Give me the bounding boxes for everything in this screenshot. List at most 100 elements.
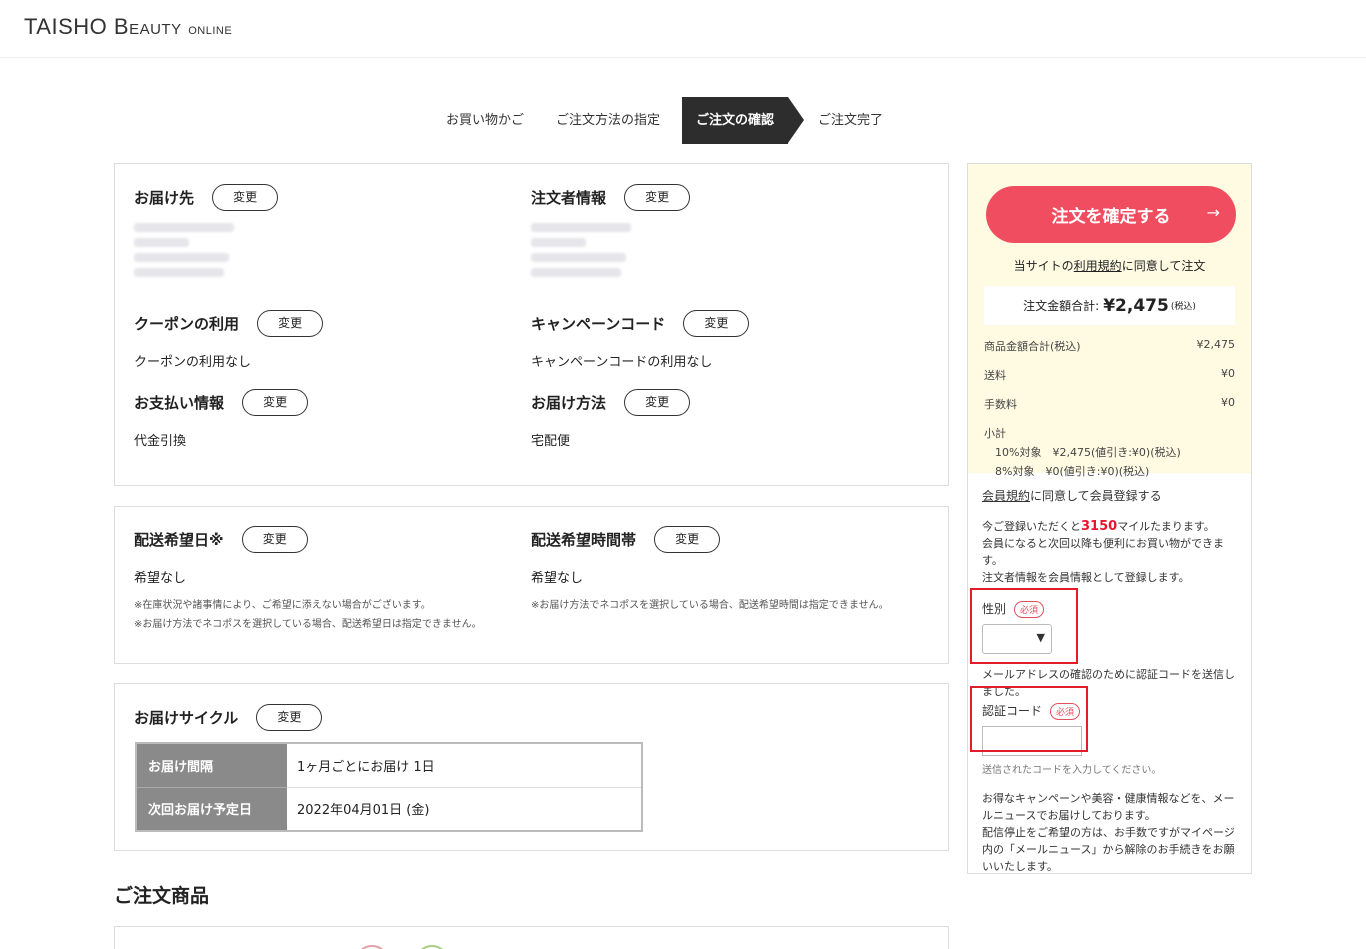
next-delivery-value: 2022年04月01日 (金) xyxy=(297,803,430,819)
breakdown-label: 商品金額合計(税込) xyxy=(984,340,1081,353)
terms-suffix: に同意して注文 xyxy=(1121,259,1206,273)
order-summary-sidebar: 注文を確定する → 当サイトの利用規約に同意して注文 注文金額合計: ¥2,47… xyxy=(967,163,1252,874)
order-total: 注文金額合計: ¥2,475 (税込) xyxy=(984,286,1235,325)
delivery-date-section: 配送希望日※ 変更 希望なし ※在庫状況や諸事情により、ご希望に添えない場合がご… xyxy=(134,526,482,634)
step-confirm: ご注文の確認 xyxy=(682,97,805,144)
logo-beauty: Beauty xyxy=(113,14,182,39)
delivery-cycle-title: お届けサイクル xyxy=(134,709,239,727)
newsletter-text-1: お得なキャンペーンや美容・健康情報などを、メールニュースでお届けしております。 xyxy=(982,792,1235,822)
member-benefit-text: 会員になると次回以降も便利にお買い物ができます。 xyxy=(982,537,1224,567)
orderer-title: 注文者情報 xyxy=(531,189,607,207)
delivery-cycle-change-button[interactable]: 変更 xyxy=(256,704,323,731)
register-info: 今ご登録いただくと3150マイルたまります。 会員になると次回以降も便利にお買い… xyxy=(982,518,1237,586)
delivery-time-value: 希望なし xyxy=(531,571,584,586)
campaign-section: キャンペーンコード 変更 キャンペーンコードの利用なし xyxy=(531,310,750,370)
delivery-address-blurred xyxy=(134,223,278,277)
breakdown-label: 送料 xyxy=(984,369,1006,382)
miles-suffix: マイルたまります。 xyxy=(1117,520,1215,533)
delivery-cycle-header: お届けサイクル 変更 xyxy=(134,704,323,731)
subtotal-block: 小計 10%対象 ¥2,475(値引き:¥0)(税込) 8%対象 ¥0(値引き:… xyxy=(984,425,1235,479)
payment-value: 代金引換 xyxy=(134,434,187,449)
checkout-steps: お買い物かご ご注文方法の指定 ご注文の確認 ご注文完了 xyxy=(430,97,899,144)
terms-prefix: 当サイトの xyxy=(1013,259,1074,273)
delivery-time-note-1: ※お届け方法でネコポスを選択している場合、配送希望時間は指定できません。 xyxy=(531,600,889,611)
orderer-info-blurred xyxy=(531,223,690,277)
coupon-value: クーポンの利用なし xyxy=(134,355,252,370)
orderer-change-button[interactable]: 変更 xyxy=(624,184,691,211)
delivery-change-button[interactable]: 変更 xyxy=(212,184,279,211)
newsletter-text-2: 配信停止をご希望の方は、お手数ですがマイページ内の「メールニュース」から解除のお… xyxy=(982,826,1235,873)
campaign-title: キャンペーンコード xyxy=(531,315,666,333)
delivery-date-title: 配送希望日※ xyxy=(134,531,224,549)
coupon-title: クーポンの利用 xyxy=(134,315,240,333)
delivery-time-title: 配送希望時間帯 xyxy=(531,531,637,549)
site-logo[interactable]: TAISHO Beauty online xyxy=(24,14,232,40)
payment-change-button[interactable]: 変更 xyxy=(242,389,309,416)
breakdown-value: ¥2,475 xyxy=(1196,338,1236,351)
payment-title: お支払い情報 xyxy=(134,394,225,412)
step-complete: ご注文完了 xyxy=(818,113,884,128)
product-badge-icon xyxy=(355,945,389,949)
orderer-section: 注文者情報 変更 xyxy=(531,184,691,283)
breakdown-value: ¥0 xyxy=(1221,367,1235,380)
shipping-value: 宅配便 xyxy=(531,434,571,449)
order-total-amount: ¥2,475 xyxy=(1103,295,1169,316)
breakdown-row: 送料 ¥0 xyxy=(984,367,1235,383)
table-row: 次回お届け予定日 2022年04月01日 (金) xyxy=(136,787,642,831)
campaign-change-button[interactable]: 変更 xyxy=(683,310,750,337)
coupon-change-button[interactable]: 変更 xyxy=(257,310,324,337)
member-terms-link[interactable]: 会員規約 xyxy=(982,489,1030,503)
delivery-time-change-button[interactable]: 変更 xyxy=(654,526,721,553)
terms-link[interactable]: 利用規約 xyxy=(1074,259,1122,273)
logo-online: online xyxy=(188,21,233,38)
table-row: お届け間隔 1ヶ月ごとにお届け 1日 xyxy=(136,743,642,788)
next-delivery-label: 次回お届け予定日 xyxy=(136,787,287,831)
delivery-date-change-button[interactable]: 変更 xyxy=(241,526,308,553)
campaign-value: キャンペーンコードの利用なし xyxy=(531,355,713,370)
subtotal-label: 小計 xyxy=(984,427,1006,440)
delivery-cycle-panel: お届けサイクル 変更 お届け間隔 1ヶ月ごとにお届け 1日 次回お届け予定日 2… xyxy=(114,683,949,851)
payment-section: お支払い情報 変更 代金引換 xyxy=(134,389,309,449)
breakdown-label: 手数料 xyxy=(984,398,1017,411)
order-info-panel: お届け先 変更 注文者情報 変更 クーポンの利用 変更 クーポンの利用なし キャ… xyxy=(114,163,949,486)
step-cart: お買い物かご xyxy=(446,113,525,128)
products-title: ご注文商品 xyxy=(114,885,210,907)
order-total-label: 注文金額合計: xyxy=(1023,299,1100,313)
orderer-register-text: 注文者情報を会員情報として登録します。 xyxy=(982,571,1190,584)
code-hint: 送信されたコードを入力してください。 xyxy=(982,765,1162,776)
breakdown-row: 手数料 ¥0 xyxy=(984,396,1235,412)
terms-agreement: 当サイトの利用規約に同意して注文 xyxy=(984,257,1235,274)
shipping-change-button[interactable]: 変更 xyxy=(624,389,691,416)
delivery-date-note-1: ※在庫状況や諸事情により、ご希望に添えない場合がございます。 xyxy=(134,600,431,611)
delivery-date-note-2: ※お届け方法でネコポスを選択している場合、配送希望日は指定できません。 xyxy=(134,619,482,630)
newsletter-info: お得なキャンペーンや美容・健康情報などを、メールニュースでお届けしております。 … xyxy=(982,790,1237,875)
delivery-cycle-table: お届け間隔 1ヶ月ごとにお届け 1日 次回お届け予定日 2022年04月01日 … xyxy=(135,742,643,832)
delivery-date-value: 希望なし xyxy=(134,571,187,586)
shipping-title: お届け方法 xyxy=(531,394,607,412)
miles-value: 3150 xyxy=(1081,519,1118,534)
breakdown-row: 商品金額合計(税込) ¥2,475 xyxy=(984,338,1235,354)
order-summary-top: 注文を確定する → 当サイトの利用規約に同意して注文 注文金額合計: ¥2,47… xyxy=(968,164,1251,478)
cycle-interval-value: 1ヶ月ごとにお届け 1日 xyxy=(287,743,642,788)
register-agreement: 会員規約に同意して会員登録する xyxy=(982,487,1237,504)
highlight-gender-box xyxy=(970,588,1078,664)
member-registration: 会員規約に同意して会員登録する 今ご登録いただくと3150マイルたまります。 会… xyxy=(968,473,1251,889)
highlight-code-box xyxy=(970,686,1088,752)
subtotal-10-percent: 10%対象 ¥2,475(値引き:¥0)(税込) xyxy=(995,446,1181,459)
breakdown-value: ¥0 xyxy=(1221,396,1235,409)
shipping-section: お届け方法 変更 宅配便 xyxy=(531,389,691,449)
miles-prefix: 今ご登録いただくと xyxy=(982,520,1081,533)
cycle-interval-label: お届け間隔 xyxy=(136,743,287,788)
logo-main: TAISHO xyxy=(24,14,108,39)
delivery-preference-panel: 配送希望日※ 変更 希望なし ※在庫状況や諸事情により、ご希望に添えない場合がご… xyxy=(114,506,949,664)
delivery-time-notes: ※お届け方法でネコポスを選択している場合、配送希望時間は指定できません。 xyxy=(531,596,889,615)
miles-text: 今ご登録いただくと3150マイルたまります。 xyxy=(982,518,1237,535)
delivery-section: お届け先 変更 xyxy=(134,184,279,283)
site-header: TAISHO Beauty online xyxy=(0,0,1366,58)
product-badge-icon xyxy=(415,945,449,949)
delivery-title: お届け先 xyxy=(134,189,195,207)
delivery-time-section: 配送希望時間帯 変更 希望なし ※お届け方法でネコポスを選択している場合、配送希… xyxy=(531,526,889,615)
order-total-tax: (税込) xyxy=(1170,302,1196,312)
coupon-section: クーポンの利用 変更 クーポンの利用なし xyxy=(134,310,324,370)
confirm-order-button[interactable]: 注文を確定する → xyxy=(986,186,1236,243)
